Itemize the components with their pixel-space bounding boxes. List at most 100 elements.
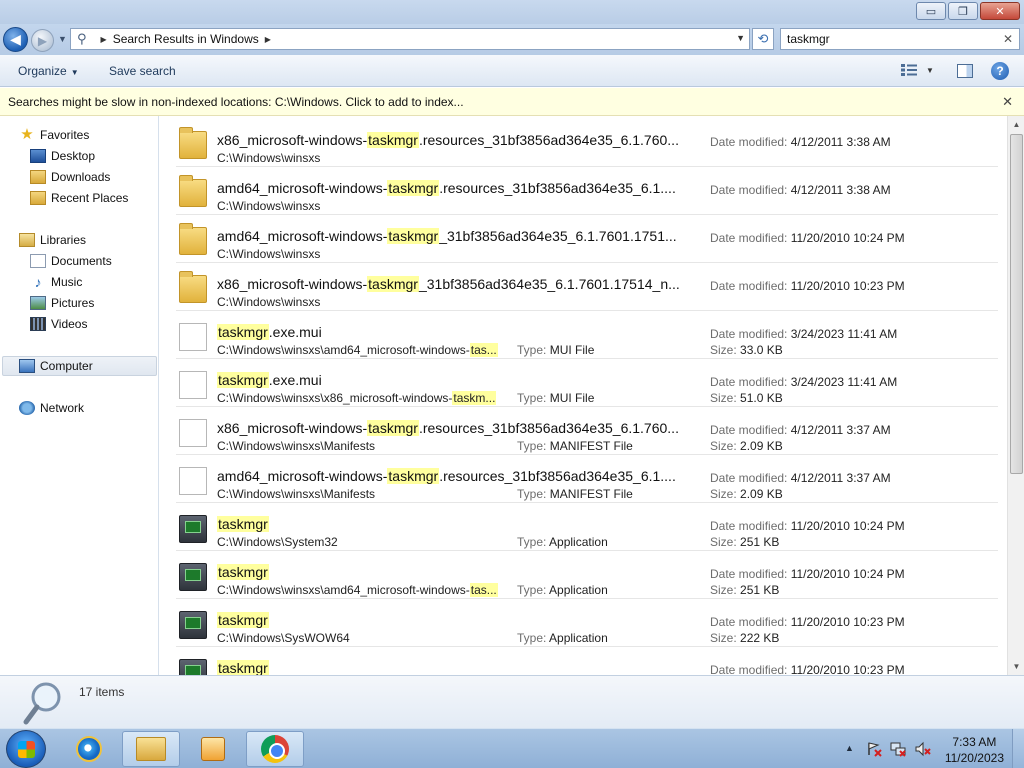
breadcrumb-arrow-icon[interactable]: ▶ bbox=[101, 35, 107, 44]
nav-music[interactable]: ♪ Music bbox=[30, 272, 83, 292]
nav-recent-places[interactable]: Recent Places bbox=[30, 188, 128, 208]
nav-documents[interactable]: Documents bbox=[30, 251, 112, 271]
result-size: Size: 2.09 KB bbox=[710, 439, 783, 453]
taskbar-chrome[interactable] bbox=[246, 731, 304, 767]
size-value: 251 KB bbox=[740, 583, 780, 597]
show-desktop-button[interactable] bbox=[1012, 729, 1024, 768]
result-row[interactable]: taskmgr Date modified: 11/20/2010 10:23 P… bbox=[176, 647, 998, 675]
taskbar-internet-explorer[interactable] bbox=[60, 731, 118, 767]
maximize-button[interactable]: ❐ bbox=[948, 2, 978, 20]
result-name[interactable]: amd64_microsoft-windows-taskmgr_31bf3856… bbox=[217, 228, 697, 244]
result-name[interactable]: amd64_microsoft-windows-taskmgr.resource… bbox=[217, 180, 697, 196]
size-value: 222 KB bbox=[740, 631, 780, 645]
result-row[interactable]: x86_microsoft-windows-taskmgr_31bf3856ad… bbox=[176, 263, 998, 311]
nav-favorites[interactable]: ★ Favorites bbox=[19, 125, 89, 145]
result-row[interactable]: taskmgr.exe.mui C:\Windows\winsxs\x86_mic… bbox=[176, 359, 998, 407]
help-icon[interactable]: ? bbox=[991, 62, 1009, 80]
size-value: 51.0 KB bbox=[740, 391, 783, 405]
result-name[interactable]: x86_microsoft-windows-taskmgr.resources_… bbox=[217, 420, 697, 436]
organize-button[interactable]: Organize ▼ bbox=[18, 64, 79, 78]
result-name[interactable]: x86_microsoft-windows-taskmgr.resources_… bbox=[217, 132, 697, 148]
refresh-icon: ⟲ bbox=[757, 31, 769, 46]
result-row[interactable]: taskmgr C:\Windows\SysWOW64 Type: Applicat… bbox=[176, 599, 998, 647]
nav-network[interactable]: Network bbox=[19, 398, 84, 418]
documents-icon bbox=[30, 254, 46, 268]
result-name[interactable]: amd64_microsoft-windows-taskmgr.resource… bbox=[217, 468, 697, 484]
result-date-modified: Date modified: 11/20/2010 10:24 PM bbox=[710, 519, 905, 533]
result-path: C:\Windows\winsxs\x86_microsoft-windows-… bbox=[217, 391, 502, 405]
details-pane: 17 items bbox=[0, 675, 1024, 728]
date-modified-label: Date modified: bbox=[710, 279, 788, 293]
result-name[interactable]: taskmgr bbox=[217, 660, 697, 675]
path-text: C:\Windows\SysWOW64 bbox=[217, 631, 350, 645]
result-name[interactable]: taskmgr bbox=[217, 564, 697, 580]
app-icon bbox=[179, 563, 207, 591]
vertical-scrollbar[interactable]: ▲ ▼ bbox=[1007, 116, 1024, 675]
action-center-icon[interactable] bbox=[866, 741, 882, 757]
address-dropdown-icon[interactable]: ▼ bbox=[736, 33, 745, 43]
date-modified-value: 3/24/2023 11:41 AM bbox=[790, 327, 898, 341]
nav-pictures[interactable]: Pictures bbox=[30, 293, 94, 313]
back-button[interactable]: ◀ bbox=[3, 27, 28, 52]
size-value: 2.09 KB bbox=[740, 487, 783, 501]
taskbar-media-center[interactable] bbox=[184, 731, 242, 767]
taskbar-windows-explorer[interactable] bbox=[122, 731, 180, 767]
internet-explorer-icon bbox=[76, 736, 102, 762]
result-name[interactable]: taskmgr bbox=[217, 612, 697, 628]
nav-libraries[interactable]: Libraries bbox=[19, 230, 86, 250]
nav-label: Documents bbox=[51, 254, 112, 268]
breadcrumb-search-results[interactable]: Search Results in Windows bbox=[113, 32, 259, 46]
index-info-bar[interactable]: Searches might be slow in non-indexed lo… bbox=[0, 88, 1024, 116]
close-button[interactable]: ✕ bbox=[980, 2, 1020, 20]
search-input[interactable] bbox=[787, 32, 987, 46]
result-path: C:\Windows\System32 bbox=[217, 535, 502, 549]
info-bar-message: Searches might be slow in non-indexed lo… bbox=[8, 95, 464, 109]
change-view-icon[interactable] bbox=[901, 63, 917, 77]
type-value: MANIFEST File bbox=[549, 487, 633, 501]
result-type: Type: MUI File bbox=[517, 391, 594, 405]
result-row[interactable]: amd64_microsoft-windows-taskmgr.resource… bbox=[176, 455, 998, 503]
close-info-bar-icon[interactable]: ✕ bbox=[1002, 94, 1013, 110]
result-name[interactable]: taskmgr bbox=[217, 516, 697, 532]
views-dropdown-icon[interactable]: ▼ bbox=[926, 66, 934, 75]
save-search-button[interactable]: Save search bbox=[109, 64, 176, 78]
result-row[interactable]: x86_microsoft-windows-taskmgr.resources_… bbox=[176, 407, 998, 455]
refresh-button[interactable]: ⟲ bbox=[752, 28, 774, 50]
result-name[interactable]: x86_microsoft-windows-taskmgr_31bf3856ad… bbox=[217, 276, 697, 292]
result-path: C:\Windows\winsxs bbox=[217, 247, 502, 261]
preview-pane-icon[interactable] bbox=[957, 64, 973, 78]
nav-videos[interactable]: Videos bbox=[30, 314, 87, 334]
nav-desktop[interactable]: Desktop bbox=[30, 146, 95, 166]
result-row[interactable]: taskmgr.exe.mui C:\Windows\winsxs\amd64_m… bbox=[176, 311, 998, 359]
scroll-down-arrow-icon[interactable]: ▼ bbox=[1008, 658, 1024, 675]
recent-pages-dropdown[interactable]: ▼ bbox=[58, 34, 67, 44]
app-icon bbox=[179, 611, 207, 639]
size-value: 251 KB bbox=[740, 535, 780, 549]
date-modified-label: Date modified: bbox=[710, 615, 788, 629]
forward-button[interactable]: ▶ bbox=[31, 29, 54, 52]
scroll-up-arrow-icon[interactable]: ▲ bbox=[1008, 116, 1024, 133]
date-modified-label: Date modified: bbox=[710, 375, 788, 389]
start-button[interactable] bbox=[6, 730, 46, 768]
downloads-folder-icon bbox=[30, 170, 46, 184]
result-row[interactable]: amd64_microsoft-windows-taskmgr.resource… bbox=[176, 167, 998, 215]
result-row[interactable]: x86_microsoft-windows-taskmgr.resources_… bbox=[176, 119, 998, 167]
nav-computer[interactable]: Computer bbox=[2, 356, 157, 376]
volume-muted-icon[interactable] bbox=[915, 741, 931, 757]
search-box[interactable]: ✕ bbox=[780, 28, 1020, 50]
result-name[interactable]: taskmgr.exe.mui bbox=[217, 324, 697, 340]
taskbar: ▲ 7:33 AM 11/20/2023 bbox=[0, 728, 1024, 768]
result-row[interactable]: amd64_microsoft-windows-taskmgr_31bf3856… bbox=[176, 215, 998, 263]
clear-search-icon[interactable]: ✕ bbox=[1003, 32, 1013, 46]
address-bar[interactable]: ⚲ ▶ Search Results in Windows ▶ ▼ bbox=[70, 28, 750, 50]
network-status-icon[interactable] bbox=[890, 741, 906, 757]
clock[interactable]: 7:33 AM 11/20/2023 bbox=[945, 734, 1004, 766]
minimize-button[interactable]: ▭ bbox=[916, 2, 946, 20]
result-row[interactable]: taskmgr C:\Windows\System32 Type: Applicat… bbox=[176, 503, 998, 551]
result-name[interactable]: taskmgr.exe.mui bbox=[217, 372, 697, 388]
show-hidden-icons-icon[interactable]: ▲ bbox=[845, 743, 861, 759]
breadcrumb-arrow-icon[interactable]: ▶ bbox=[265, 35, 271, 44]
result-row[interactable]: taskmgr C:\Windows\winsxs\amd64_microsoft… bbox=[176, 551, 998, 599]
nav-downloads[interactable]: Downloads bbox=[30, 167, 110, 187]
scrollbar-thumb[interactable] bbox=[1010, 134, 1023, 474]
